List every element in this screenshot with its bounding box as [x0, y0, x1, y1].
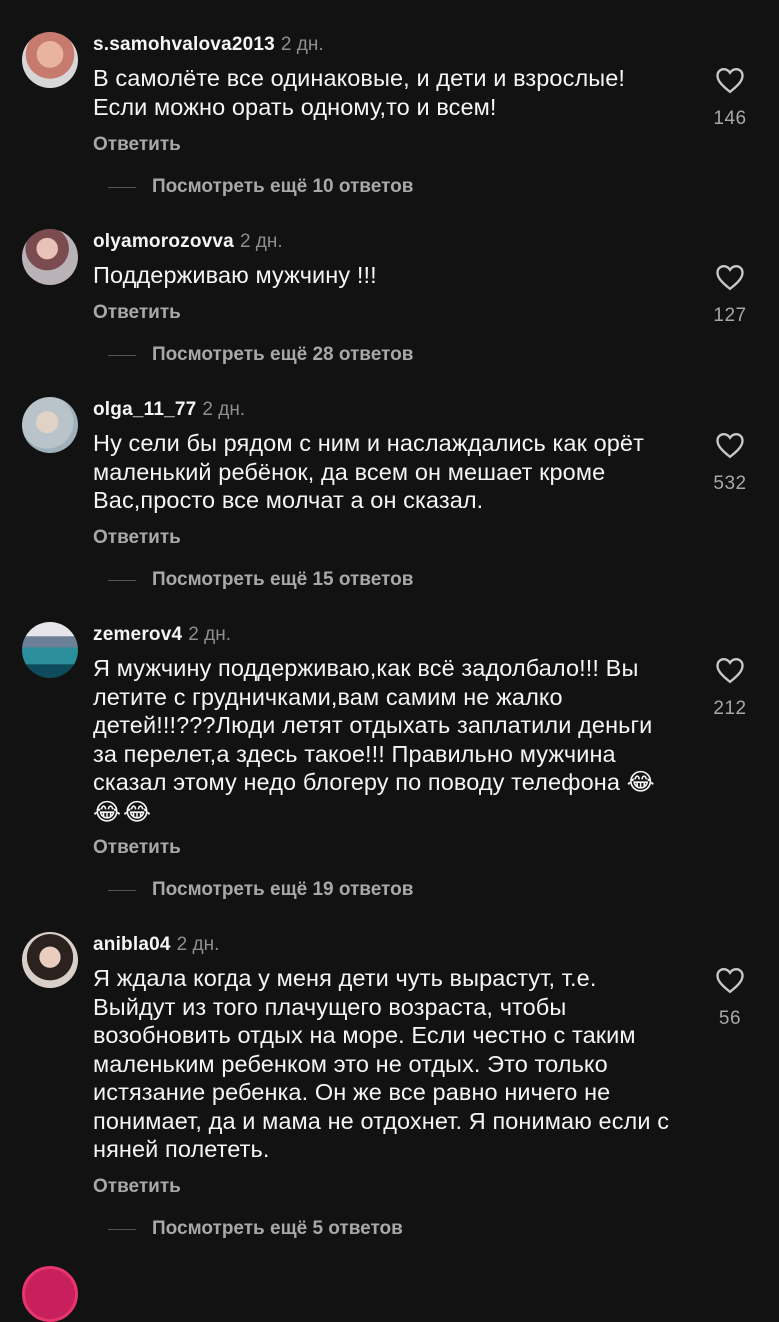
like-count: 56 — [718, 1008, 742, 1029]
view-replies-button[interactable]: Посмотреть ещё 10 ответов — [108, 175, 413, 199]
username[interactable]: zemerov4 — [93, 624, 182, 645]
avatar[interactable] — [22, 1266, 78, 1322]
heart-icon — [716, 67, 744, 94]
reply-button[interactable]: Ответить — [93, 527, 181, 549]
view-replies-button[interactable]: Посмотреть ещё 15 ответов — [108, 568, 413, 592]
like-count: 127 — [713, 305, 747, 326]
divider — [108, 1228, 136, 1230]
username[interactable]: anibla04 — [93, 934, 171, 955]
comment-text: Я мужчину поддерживаю,как всё задолбало!… — [93, 655, 657, 826]
reply-button[interactable]: Ответить — [93, 302, 181, 324]
like-count: 146 — [713, 108, 747, 129]
like-button[interactable]: 532 — [711, 431, 749, 495]
comment-text: Поддерживаю мужчину !!! — [93, 262, 377, 288]
like-button[interactable]: 146 — [711, 66, 749, 130]
timestamp: 2 дн. — [176, 934, 220, 955]
divider — [108, 186, 136, 188]
avatar[interactable] — [22, 229, 78, 285]
timestamp: 2 дн. — [239, 231, 283, 252]
avatar[interactable] — [22, 397, 78, 453]
view-replies-button[interactable]: Посмотреть ещё 5 ответов — [108, 1217, 403, 1241]
comment-item-partial — [0, 1266, 779, 1322]
comment-text: Ну сели бы рядом с ним и наслаждались ка… — [93, 430, 644, 513]
avatar[interactable] — [22, 932, 78, 988]
reply-button[interactable]: Ответить — [93, 837, 181, 859]
view-replies-button[interactable]: Посмотреть ещё 28 ответов — [108, 343, 413, 367]
comment-text: В самолёте все одинаковые, и дети и взро… — [93, 65, 626, 120]
like-button[interactable]: 212 — [711, 656, 749, 720]
like-count: 212 — [713, 698, 747, 719]
like-count: 532 — [713, 473, 747, 494]
username[interactable]: s.samohvalova2013 — [93, 34, 275, 55]
like-button[interactable]: 127 — [711, 263, 749, 327]
reply-button[interactable]: Ответить — [93, 134, 181, 156]
divider — [108, 579, 136, 581]
like-button[interactable]: 56 — [711, 966, 749, 1030]
timestamp: 2 дн. — [202, 399, 246, 420]
heart-icon — [716, 432, 744, 459]
timestamp: 2 дн. — [280, 34, 324, 55]
comment-text: Я ждала когда у меня дети чуть вырастут,… — [93, 965, 670, 1162]
heart-icon — [716, 657, 744, 684]
timestamp: 2 дн. — [188, 624, 231, 645]
divider — [108, 889, 136, 891]
heart-icon — [716, 967, 744, 994]
heart-icon — [716, 264, 744, 291]
divider — [108, 354, 136, 356]
reply-button[interactable]: Ответить — [93, 1176, 181, 1198]
avatar[interactable] — [22, 622, 78, 678]
username[interactable]: olga_11_77 — [93, 399, 196, 420]
view-replies-button[interactable]: Посмотреть ещё 19 ответов — [108, 878, 413, 902]
username[interactable]: olyamorozovva — [93, 231, 234, 252]
avatar[interactable] — [22, 32, 78, 88]
